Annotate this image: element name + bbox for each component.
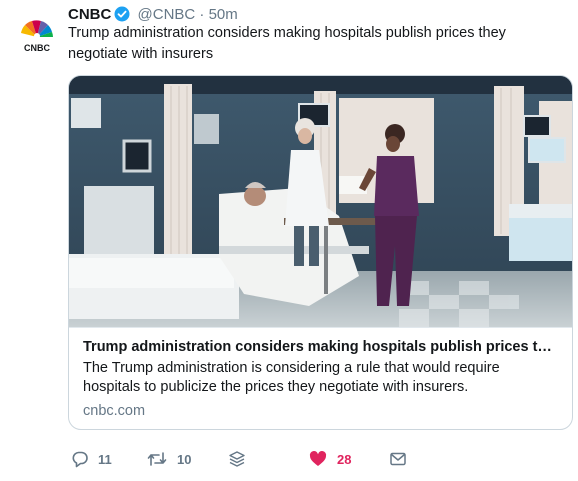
reply-icon xyxy=(71,450,89,468)
like-count: 28 xyxy=(337,451,352,467)
retweet-count: 10 xyxy=(177,451,192,467)
cnbc-peacock-logo-avatar[interactable]: CNBC xyxy=(12,12,62,54)
separator-dot: · xyxy=(199,6,205,23)
heart-icon xyxy=(309,450,327,468)
like-button[interactable]: 28 xyxy=(309,446,351,472)
action-bar: 11 10 28 xyxy=(68,446,468,472)
avatar-label: CNBC xyxy=(24,43,50,53)
reply-button[interactable]: 11 xyxy=(71,446,112,472)
card-body[interactable]: Trump administration considers making ho… xyxy=(69,327,572,429)
hospital-room-photo-icon xyxy=(69,76,572,327)
envelope-icon xyxy=(389,450,407,468)
direct-message-button[interactable] xyxy=(389,446,407,472)
tweet-text: Trump administration considers making ho… xyxy=(68,25,506,62)
display-name[interactable]: CNBC xyxy=(68,6,111,23)
card-image[interactable] xyxy=(69,76,572,327)
handle[interactable]: @CNBC xyxy=(138,6,196,23)
card-domain: cnbc.com xyxy=(83,403,146,419)
timestamp[interactable]: 50m xyxy=(209,6,238,23)
link-card[interactable]: Trump administration considers making ho… xyxy=(68,75,573,430)
stack-button[interactable] xyxy=(228,446,246,472)
tweet[interactable]: CNBC CNBC @CNBC · 50m Trump administrati… xyxy=(0,0,578,481)
stack-layers-icon xyxy=(228,450,246,468)
card-title: Trump administration considers making ho… xyxy=(83,339,560,355)
retweet-icon xyxy=(146,450,168,468)
reply-count: 11 xyxy=(98,451,112,467)
card-description: The Trump administration is considering … xyxy=(83,360,500,395)
retweet-button[interactable]: 10 xyxy=(146,446,191,472)
